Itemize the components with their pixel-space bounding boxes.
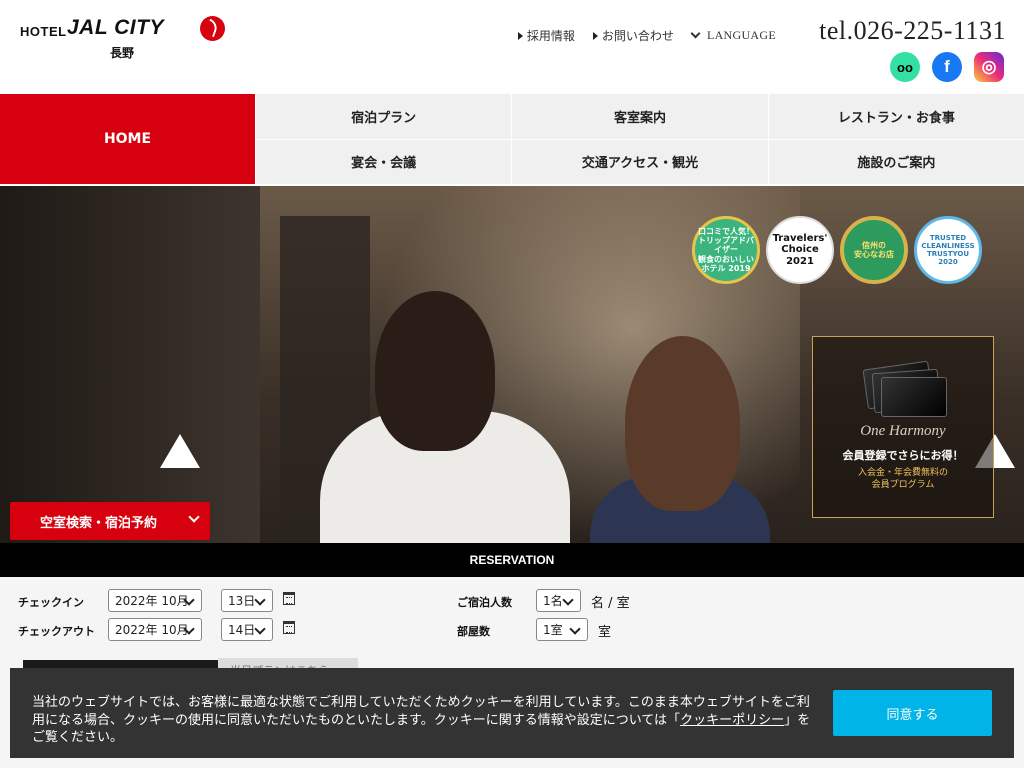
rooms-label: 部屋数	[457, 625, 490, 638]
calendar-icon[interactable]	[283, 592, 295, 605]
hotel-logo[interactable]: HOTEL JAL CITY 長野	[20, 14, 230, 64]
search-booking-label: 空室検索・宿泊予約	[40, 515, 158, 531]
triangle-right-icon	[517, 31, 523, 40]
cookie-policy-link[interactable]: クッキーポリシー	[680, 713, 784, 728]
nav-home[interactable]: HOME	[0, 94, 255, 184]
badge-line: 2021	[786, 255, 814, 267]
cookie-banner: 当社のウェブサイトでは、お客様に最適な状態でご利用していただくためクッキーを利用…	[10, 668, 1014, 758]
nav-item-facilities[interactable]: 施設のご案内	[768, 139, 1024, 184]
badge-line: Choice	[781, 244, 819, 256]
award-badges: 口コミで人気！ トリップアドバイザー 観食のおいしいホテル 2019 Trave…	[692, 216, 982, 284]
checkin-month-select[interactable]: 2022年 10月	[108, 589, 202, 612]
badge-line: TRUSTYOU 2020	[926, 250, 970, 267]
calendar-icon[interactable]	[283, 621, 295, 634]
nav-item-access[interactable]: 交通アクセス・観光	[512, 139, 768, 184]
rooms-select[interactable]: 1室	[536, 618, 588, 641]
badge-line: CLEANLINESS	[921, 241, 975, 250]
guests-select[interactable]: 1名	[536, 589, 581, 612]
recruit-link[interactable]: 採用情報	[517, 27, 575, 44]
reservation-header[interactable]: RESERVATION	[0, 543, 1024, 577]
rooms-unit: 室	[598, 625, 612, 640]
facebook-icon[interactable]: f	[932, 52, 962, 82]
badge-line: トリップアドバイザー	[698, 236, 754, 255]
nav-item-plans[interactable]: 宿泊プラン	[256, 94, 512, 139]
badge-line: TRUSTED	[929, 233, 967, 242]
tripadvisor-badge[interactable]: 口コミで人気！ トリップアドバイザー 観食のおいしいホテル 2019	[692, 216, 760, 284]
phone-number[interactable]: tel.026-225-1131	[819, 16, 1006, 46]
main-nav: HOME 宿泊プラン 客室案内 レストラン・お食事 宴会・会議 交通アクセス・観…	[0, 94, 1024, 184]
tripadvisor-icon[interactable]: oo	[890, 52, 920, 82]
badge-line: 口コミで人気！	[698, 227, 754, 237]
site-header: HOTEL JAL CITY 長野 採用情報 お問い合わせ LANGUAGE t…	[0, 0, 1024, 94]
cookie-agree-button[interactable]: 同意する	[833, 690, 992, 736]
guests-unit: 名 / 室	[591, 596, 630, 611]
logo-brand-text: JAL CITY	[67, 16, 164, 39]
logo-hotel-text: HOTEL	[20, 24, 67, 39]
contact-link[interactable]: お問い合わせ	[592, 27, 674, 44]
nav-grid: 宿泊プラン 客室案内 レストラン・お食事 宴会・会議 交通アクセス・観光 施設の…	[256, 94, 1024, 184]
badge-line: 信州の	[862, 240, 886, 250]
safe-shop-badge[interactable]: 信州の 安心なお店	[840, 216, 908, 284]
triangle-right-icon	[592, 31, 598, 40]
checkout-day-select[interactable]: 14日	[221, 618, 273, 641]
member-title: 会員登録でさらにお得！	[842, 449, 964, 462]
trusted-cleanliness-badge[interactable]: TRUSTED CLEANLINESS TRUSTYOU 2020	[914, 216, 982, 284]
cookie-text: 当社のウェブサイトでは、お客様に最適な状態でご利用していただくためクッキーを利用…	[32, 694, 822, 747]
nav-item-banquet[interactable]: 宴会・会議	[256, 139, 512, 184]
badge-line: 観食のおいしいホテル 2019	[698, 254, 754, 273]
badge-line: Travelers'	[772, 232, 828, 244]
instagram-icon[interactable]: ◎	[974, 52, 1004, 82]
member-cards-image	[862, 360, 947, 417]
travelers-choice-badge[interactable]: Travelers' Choice 2021	[766, 216, 834, 284]
chevron-down-icon	[188, 511, 200, 523]
recruit-link-label: 採用情報	[526, 29, 575, 43]
chevron-down-icon	[690, 28, 701, 39]
guests-label: ご宿泊人数	[457, 596, 512, 609]
language-dropdown[interactable]: LANGUAGE	[690, 27, 776, 44]
checkin-day-select[interactable]: 13日	[221, 589, 273, 612]
nav-item-restaurant[interactable]: レストラン・お食事	[768, 94, 1024, 139]
checkin-label: チェックイン	[18, 596, 84, 609]
social-links: oo f ◎	[890, 52, 1004, 82]
checkout-month-select[interactable]: 2022年 10月	[108, 618, 202, 641]
member-desc: 入会金・年会費無料の 会員プログラム	[857, 468, 948, 491]
checkout-label: チェックアウト	[18, 625, 95, 638]
person-figure	[590, 336, 770, 543]
jal-crane-icon	[200, 16, 225, 41]
contact-link-label: お問い合わせ	[601, 29, 674, 43]
utility-links: 採用情報 お問い合わせ LANGUAGE	[517, 27, 776, 44]
one-harmony-logo: One Harmony	[860, 423, 946, 439]
search-booking-button[interactable]: 空室検索・宿泊予約	[10, 502, 210, 540]
badge-line: 安心なお店	[854, 250, 894, 259]
language-label: LANGUAGE	[706, 28, 776, 42]
logo-city-text: 長野	[110, 46, 135, 60]
membership-banner[interactable]: One Harmony 会員登録でさらにお得！ 入会金・年会費無料の 会員プログ…	[812, 336, 994, 518]
nav-item-rooms[interactable]: 客室案内	[512, 94, 768, 139]
warning-sign-icon	[160, 434, 200, 468]
person-figure	[300, 291, 580, 543]
